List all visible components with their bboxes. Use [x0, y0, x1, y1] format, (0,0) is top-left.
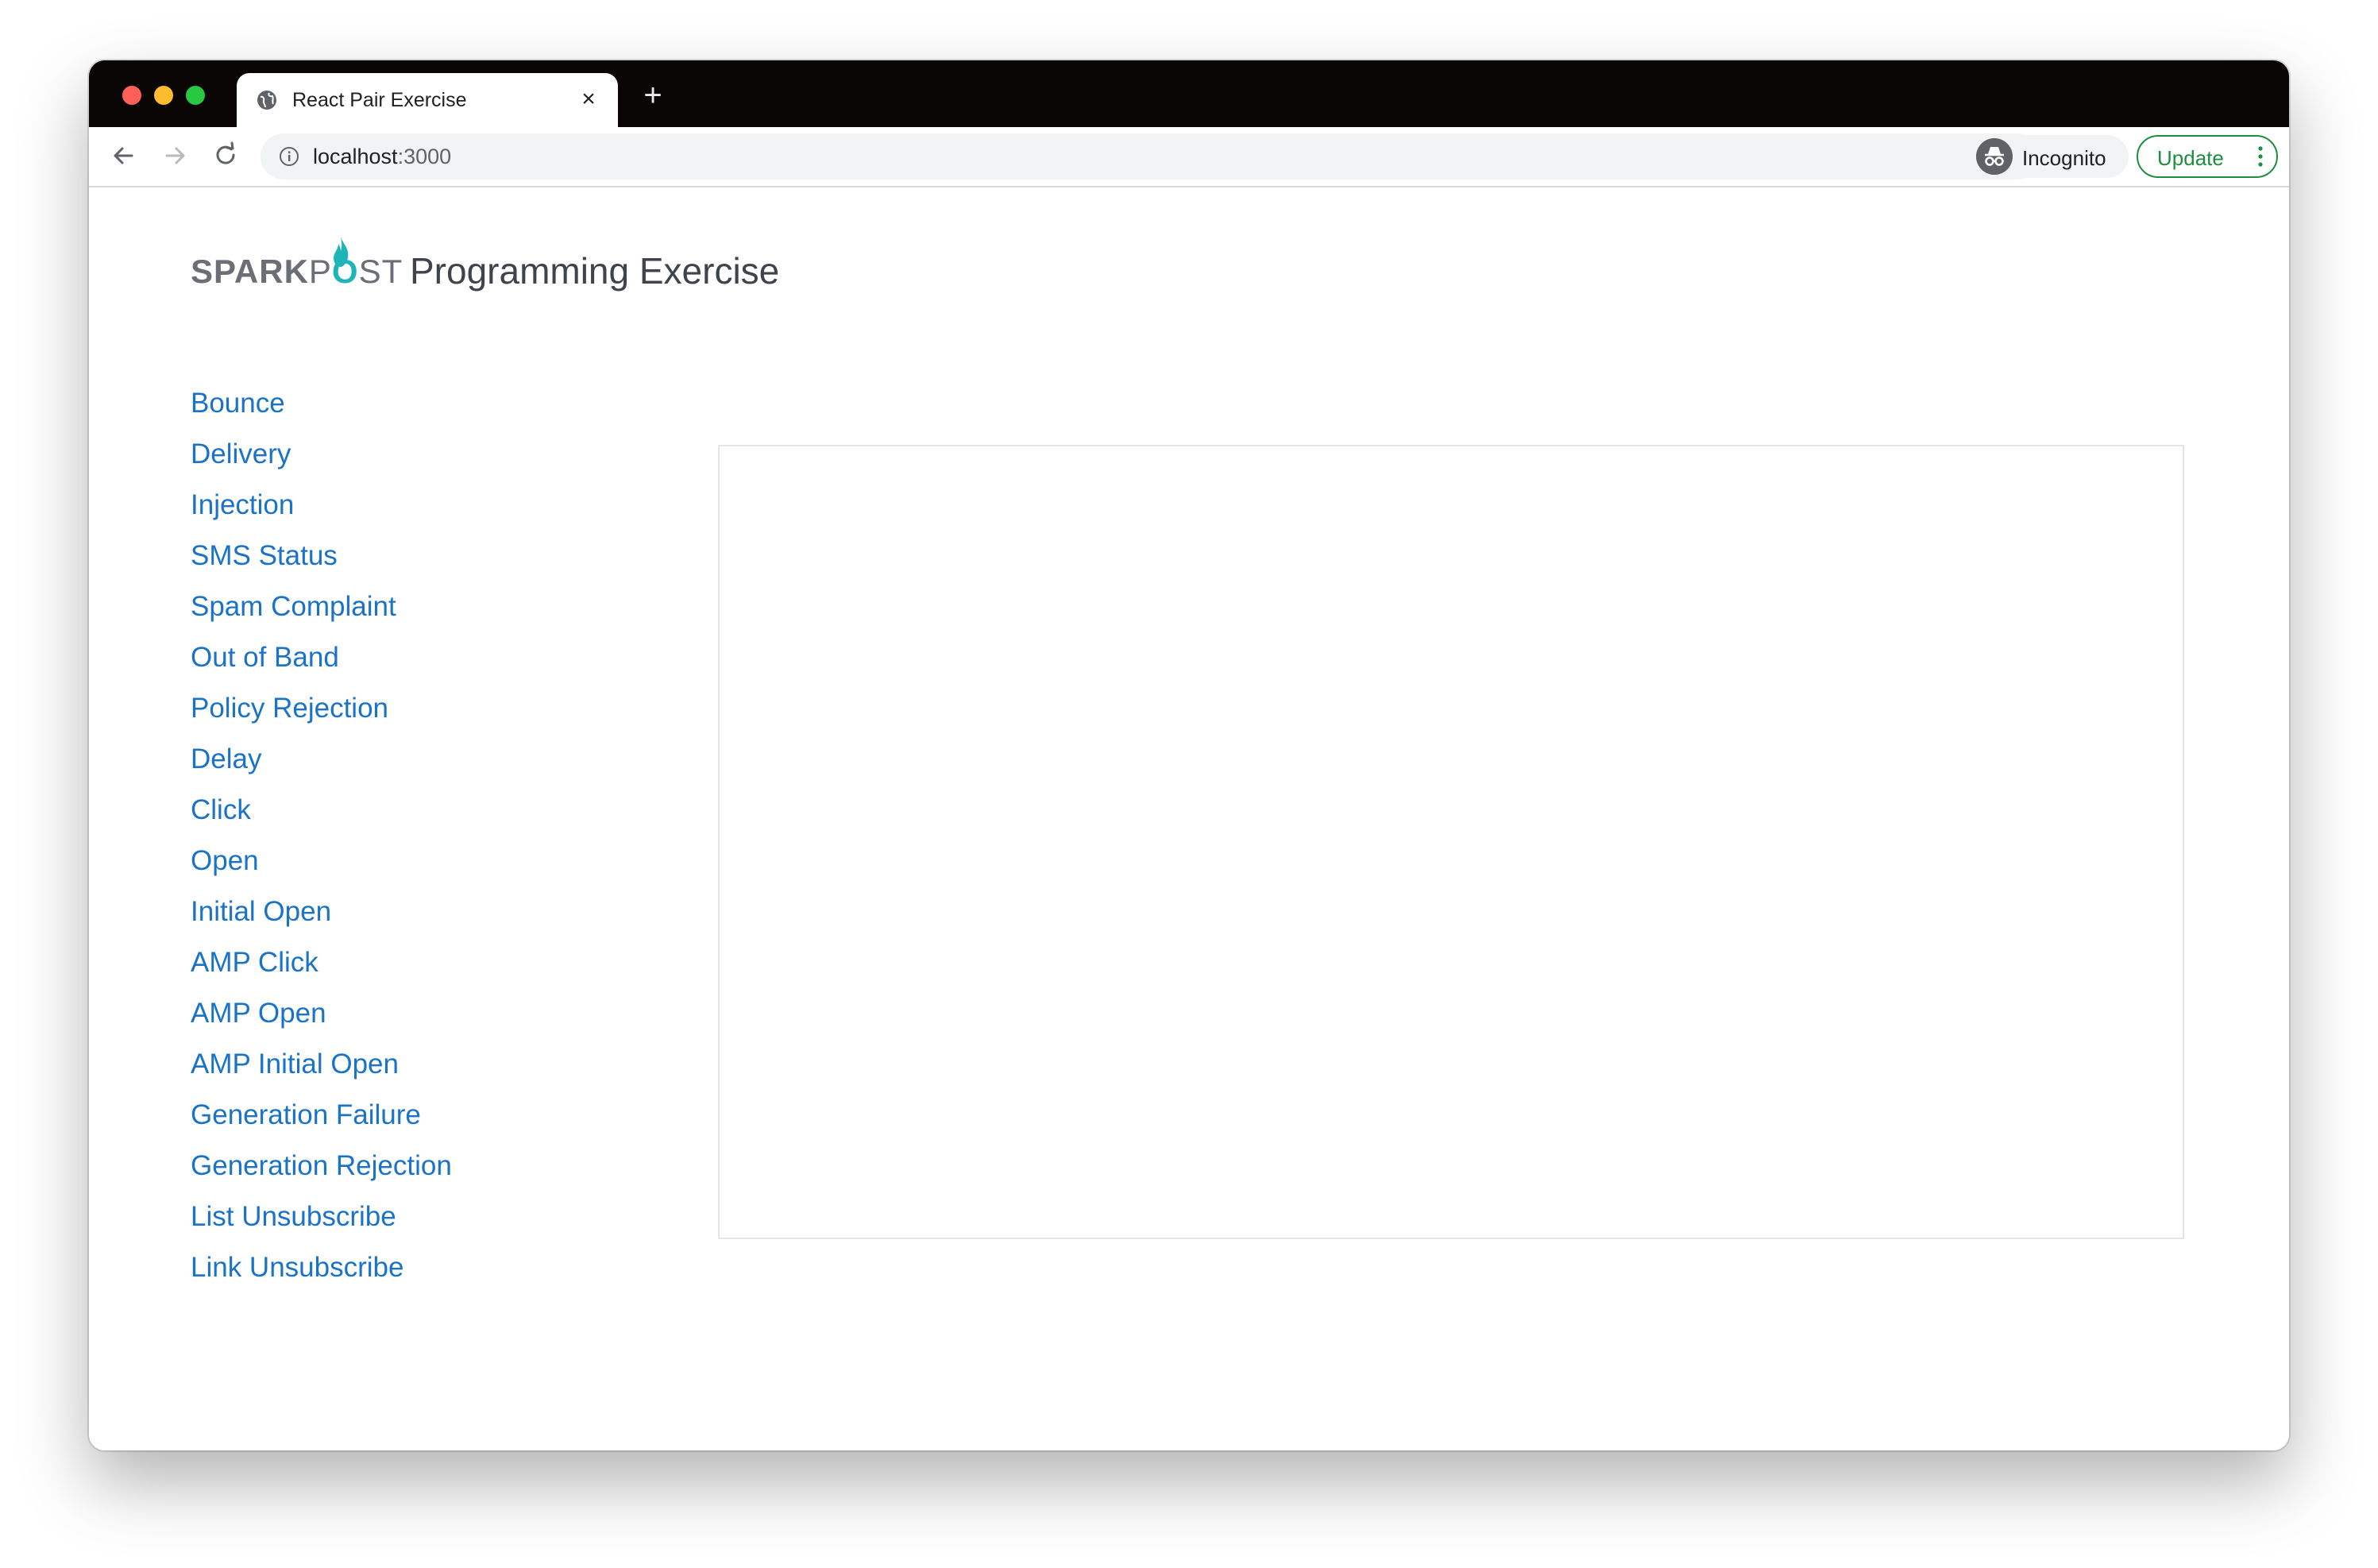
url-port: :3000: [397, 145, 452, 168]
address-bar[interactable]: localhost:3000: [261, 133, 2040, 180]
reload-icon[interactable]: [210, 140, 241, 172]
new-tab-button[interactable]: +: [637, 79, 669, 111]
nav-link-bounce[interactable]: Bounce: [191, 378, 667, 429]
incognito-icon: [1976, 138, 2013, 175]
close-window-button[interactable]: [122, 86, 141, 105]
nav-link-amp-click[interactable]: AMP Click: [191, 937, 667, 988]
nav-link-delivery[interactable]: Delivery: [191, 429, 667, 480]
nav-link-out-of-band[interactable]: Out of Band: [191, 632, 667, 683]
nav-link-sms-status[interactable]: SMS Status: [191, 531, 667, 581]
nav-link-policy-rejection[interactable]: Policy Rejection: [191, 683, 667, 734]
nav-link-click[interactable]: Click: [191, 785, 667, 836]
forward-arrow-icon[interactable]: [159, 140, 191, 172]
browser-tab[interactable]: React Pair Exercise ×: [237, 73, 618, 127]
nav-link-open[interactable]: Open: [191, 836, 667, 886]
nav-link-initial-open[interactable]: Initial Open: [191, 886, 667, 937]
maximize-window-button[interactable]: [186, 86, 205, 105]
browser-titlebar: React Pair Exercise × +: [89, 60, 2289, 127]
nav-link-amp-open[interactable]: AMP Open: [191, 988, 667, 1039]
nav-link-spam-complaint[interactable]: Spam Complaint: [191, 581, 667, 632]
url-host: localhost: [313, 145, 398, 168]
event-detail-panel: [718, 445, 2184, 1239]
minimize-window-button[interactable]: [154, 86, 173, 105]
update-label: Update: [2157, 146, 2224, 170]
logo-wordmark: SPARKPOST: [191, 253, 403, 290]
tab-title: React Pair Exercise: [292, 89, 467, 111]
incognito-label: Incognito: [2022, 146, 2106, 170]
nav-link-generation-rejection[interactable]: Generation Rejection: [191, 1141, 667, 1191]
nav-link-link-unsubscribe[interactable]: Link Unsubscribe: [191, 1242, 667, 1293]
event-type-nav: Bounce Delivery Injection SMS Status Spa…: [191, 378, 667, 1293]
close-icon[interactable]: ×: [577, 87, 600, 111]
sparkpost-logo: SPARKPOST: [191, 235, 429, 299]
browser-window: React Pair Exercise × + localhost:3000 I…: [89, 60, 2289, 1450]
nav-link-injection[interactable]: Injection: [191, 480, 667, 531]
browser-toolbar: localhost:3000 Incognito Update: [89, 127, 2289, 187]
page-content: SPARKPOST Programming Exercise Bounce De…: [89, 187, 2289, 1450]
nav-link-generation-failure[interactable]: Generation Failure: [191, 1090, 667, 1141]
update-button[interactable]: Update: [2137, 135, 2278, 178]
globe-icon: [257, 91, 276, 110]
nav-link-delay[interactable]: Delay: [191, 734, 667, 785]
url-text[interactable]: localhost:3000: [313, 145, 451, 169]
logo-st-text: ST: [358, 253, 403, 290]
nav-link-amp-initial-open[interactable]: AMP Initial Open: [191, 1039, 667, 1090]
nav-link-list-unsubscribe[interactable]: List Unsubscribe: [191, 1191, 667, 1242]
page-title: Programming Exercise: [410, 250, 780, 292]
info-icon[interactable]: [278, 145, 300, 168]
logo-spark-text: SPARK: [191, 253, 309, 290]
more-vert-icon[interactable]: [2257, 145, 2264, 168]
back-arrow-icon[interactable]: [108, 140, 140, 172]
incognito-indicator[interactable]: Incognito: [1973, 135, 2129, 178]
logo-p-text: P: [308, 253, 332, 290]
